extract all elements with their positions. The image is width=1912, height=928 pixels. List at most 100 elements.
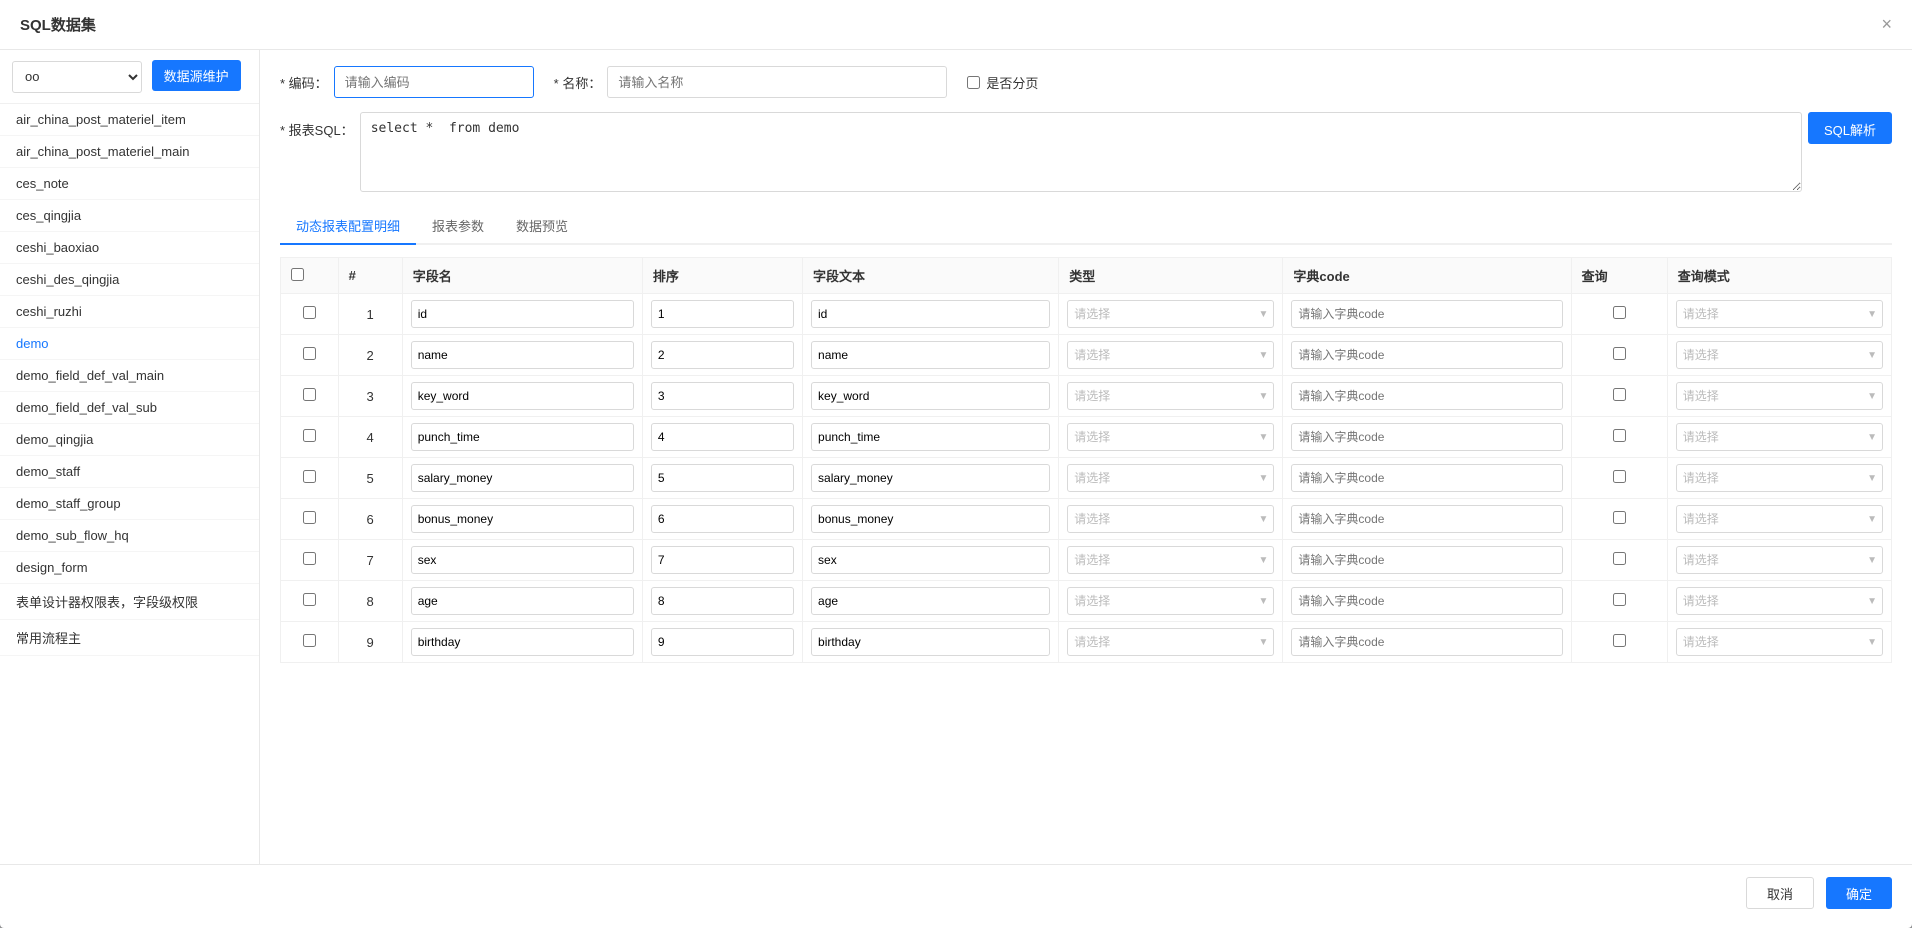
sidebar-list-item[interactable]: ces_qingjia	[0, 200, 259, 232]
type-select[interactable]: 请选择	[1067, 587, 1274, 615]
dict-input[interactable]	[1291, 546, 1562, 574]
type-select[interactable]: 请选择	[1067, 341, 1274, 369]
sort-input[interactable]	[651, 341, 794, 369]
query-checkbox[interactable]	[1613, 634, 1626, 647]
sidebar-list-item[interactable]: ces_note	[0, 168, 259, 200]
row-checkbox[interactable]	[303, 511, 316, 524]
type-select[interactable]: 请选择	[1067, 546, 1274, 574]
sidebar-list-item[interactable]: air_china_post_materiel_main	[0, 136, 259, 168]
qmode-select[interactable]: 请选择	[1676, 628, 1883, 656]
text-input[interactable]	[811, 423, 1050, 451]
type-select[interactable]: 请选择	[1067, 423, 1274, 451]
pagination-checkbox[interactable]	[967, 76, 980, 89]
sidebar-list-item[interactable]: demo_staff_group	[0, 488, 259, 520]
row-checkbox[interactable]	[303, 347, 316, 360]
qmode-select[interactable]: 请选择	[1676, 546, 1883, 574]
name-input[interactable]	[607, 66, 947, 98]
query-checkbox[interactable]	[1613, 388, 1626, 401]
field-input[interactable]	[411, 423, 634, 451]
row-checkbox[interactable]	[303, 593, 316, 606]
dict-input[interactable]	[1291, 505, 1562, 533]
query-checkbox[interactable]	[1613, 347, 1626, 360]
type-select[interactable]: 请选择	[1067, 464, 1274, 492]
type-select[interactable]: 请选择	[1067, 382, 1274, 410]
sidebar-list-item[interactable]: 表单设计器权限表，字段级权限	[0, 584, 259, 620]
text-input[interactable]	[811, 300, 1050, 328]
text-input[interactable]	[811, 382, 1050, 410]
datasource-select[interactable]: oo	[12, 61, 142, 93]
sort-input[interactable]	[651, 423, 794, 451]
sql-parse-button[interactable]: SQL解析	[1808, 112, 1892, 144]
sidebar-list-item[interactable]: air_china_post_materiel_item	[0, 104, 259, 136]
field-input[interactable]	[411, 464, 634, 492]
sidebar-list-item[interactable]: ceshi_baoxiao	[0, 232, 259, 264]
dict-input[interactable]	[1291, 423, 1562, 451]
qmode-select[interactable]: 请选择	[1676, 587, 1883, 615]
text-input[interactable]	[811, 464, 1050, 492]
query-checkbox[interactable]	[1613, 429, 1626, 442]
type-select[interactable]: 请选择	[1067, 300, 1274, 328]
field-input[interactable]	[411, 341, 634, 369]
qmode-select[interactable]: 请选择	[1676, 423, 1883, 451]
sql-textarea[interactable]	[360, 112, 1802, 192]
text-input[interactable]	[811, 628, 1050, 656]
sidebar-list-item[interactable]: demo_sub_flow_hq	[0, 520, 259, 552]
field-input[interactable]	[411, 300, 634, 328]
row-checkbox[interactable]	[303, 552, 316, 565]
sort-input[interactable]	[651, 505, 794, 533]
row-checkbox[interactable]	[303, 470, 316, 483]
text-input[interactable]	[811, 341, 1050, 369]
sidebar-list-item[interactable]: demo_qingjia	[0, 424, 259, 456]
query-checkbox[interactable]	[1613, 552, 1626, 565]
dict-input[interactable]	[1291, 587, 1562, 615]
tab-item[interactable]: 报表参数	[416, 208, 500, 245]
datasource-maintenance-button[interactable]: 数据源维护	[152, 60, 241, 91]
close-button[interactable]: ×	[1881, 14, 1892, 35]
text-input[interactable]	[811, 587, 1050, 615]
confirm-button[interactable]: 确定	[1826, 877, 1892, 909]
cancel-button[interactable]: 取消	[1746, 877, 1814, 909]
sidebar-list-item[interactable]: design_form	[0, 552, 259, 584]
dict-input[interactable]	[1291, 341, 1562, 369]
text-input[interactable]	[811, 546, 1050, 574]
sort-input[interactable]	[651, 628, 794, 656]
row-checkbox[interactable]	[303, 634, 316, 647]
qmode-select[interactable]: 请选择	[1676, 464, 1883, 492]
sort-input[interactable]	[651, 587, 794, 615]
field-input[interactable]	[411, 587, 634, 615]
type-select[interactable]: 请选择	[1067, 505, 1274, 533]
sidebar-list-item[interactable]: demo_field_def_val_main	[0, 360, 259, 392]
sidebar-list-item[interactable]: 常用流程主	[0, 620, 259, 656]
query-checkbox[interactable]	[1613, 306, 1626, 319]
type-select[interactable]: 请选择	[1067, 628, 1274, 656]
row-checkbox[interactable]	[303, 388, 316, 401]
dict-input[interactable]	[1291, 464, 1562, 492]
qmode-select[interactable]: 请选择	[1676, 341, 1883, 369]
qmode-select[interactable]: 请选择	[1676, 300, 1883, 328]
code-input[interactable]	[334, 66, 534, 98]
dict-input[interactable]	[1291, 628, 1562, 656]
sort-input[interactable]	[651, 546, 794, 574]
sidebar-list-item[interactable]: demo	[0, 328, 259, 360]
field-input[interactable]	[411, 505, 634, 533]
query-checkbox[interactable]	[1613, 470, 1626, 483]
sort-input[interactable]	[651, 300, 794, 328]
field-input[interactable]	[411, 546, 634, 574]
query-checkbox[interactable]	[1613, 593, 1626, 606]
qmode-select[interactable]: 请选择	[1676, 382, 1883, 410]
row-checkbox[interactable]	[303, 429, 316, 442]
sort-input[interactable]	[651, 464, 794, 492]
field-input[interactable]	[411, 382, 634, 410]
qmode-select[interactable]: 请选择	[1676, 505, 1883, 533]
sidebar-list-item[interactable]: demo_staff	[0, 456, 259, 488]
sort-input[interactable]	[651, 382, 794, 410]
sidebar-list-item[interactable]: demo_field_def_val_sub	[0, 392, 259, 424]
dict-input[interactable]	[1291, 382, 1562, 410]
dict-input[interactable]	[1291, 300, 1562, 328]
sidebar-list-item[interactable]: ceshi_ruzhi	[0, 296, 259, 328]
text-input[interactable]	[811, 505, 1050, 533]
tab-item[interactable]: 数据预览	[500, 208, 584, 245]
field-input[interactable]	[411, 628, 634, 656]
sidebar-list-item[interactable]: ceshi_des_qingjia	[0, 264, 259, 296]
query-checkbox[interactable]	[1613, 511, 1626, 524]
